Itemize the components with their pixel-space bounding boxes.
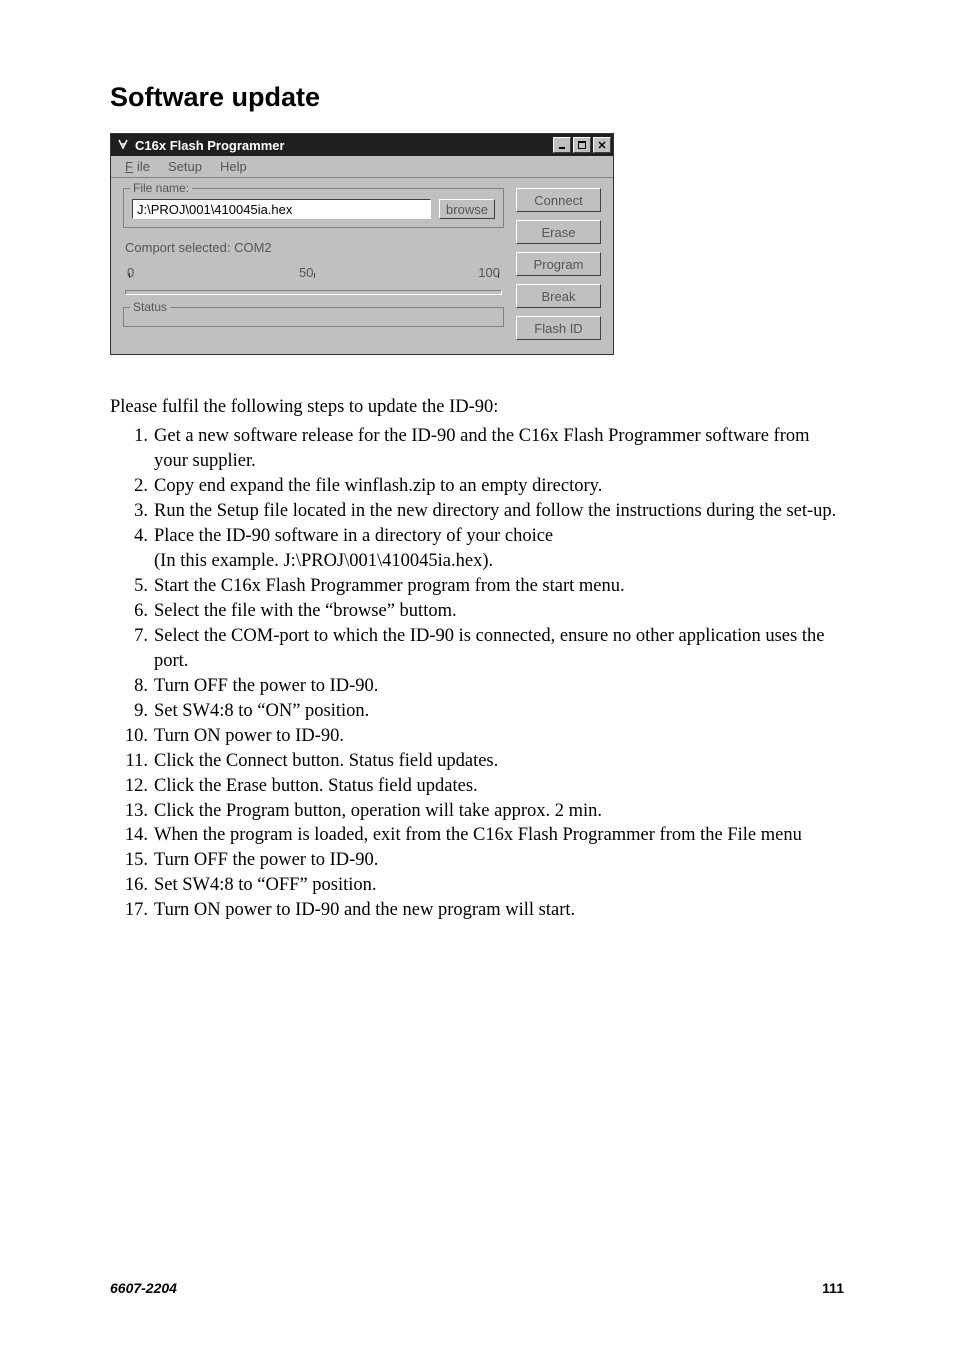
filename-label: File name: bbox=[130, 181, 192, 195]
step-number: 11. bbox=[110, 749, 148, 774]
menu-file[interactable]: File bbox=[117, 158, 154, 175]
step-item: 5.Start the C16x Flash Programmer progra… bbox=[110, 574, 844, 599]
filename-input[interactable]: J:\PROJ\001\410045ia.hex bbox=[132, 199, 431, 219]
step-item: 11.Click the Connect button. Status fiel… bbox=[110, 749, 844, 774]
step-number: 12. bbox=[110, 774, 148, 799]
step-number: 10. bbox=[110, 724, 148, 749]
step-text: Select the file with the “browse” buttom… bbox=[148, 599, 457, 624]
menu-help[interactable]: Help bbox=[216, 158, 251, 175]
step-text: Click the Connect button. Status field u… bbox=[148, 749, 498, 774]
step-text: Copy end expand the file winflash.zip to… bbox=[148, 474, 602, 499]
step-text: Turn OFF the power to ID-90. bbox=[148, 674, 378, 699]
break-button[interactable]: Break bbox=[516, 284, 601, 308]
step-number: 4. bbox=[110, 524, 148, 574]
doc-id: 6607-2204 bbox=[110, 1280, 177, 1296]
intro-text: Please fulfil the following steps to upd… bbox=[110, 395, 844, 420]
step-item: 7.Select the COM-port to which the ID-90… bbox=[110, 624, 844, 674]
step-item: 12.Click the Erase button. Status field … bbox=[110, 774, 844, 799]
step-number: 3. bbox=[110, 499, 148, 524]
step-number: 2. bbox=[110, 474, 148, 499]
step-number: 14. bbox=[110, 823, 148, 848]
maximize-button[interactable] bbox=[573, 137, 591, 153]
step-number: 7. bbox=[110, 624, 148, 674]
step-item: 13.Click the Program button, operation w… bbox=[110, 799, 844, 824]
step-item: 9.Set SW4:8 to “ON” position. bbox=[110, 699, 844, 724]
step-item: 17.Turn ON power to ID-90 and the new pr… bbox=[110, 898, 844, 923]
slider-mid: 50 bbox=[299, 265, 313, 280]
step-number: 1. bbox=[110, 424, 148, 474]
step-item: 15.Turn OFF the power to ID-90. bbox=[110, 848, 844, 873]
step-text: Start the C16x Flash Programmer program … bbox=[148, 574, 625, 599]
menu-setup[interactable]: Setup bbox=[164, 158, 206, 175]
app-icon bbox=[115, 137, 131, 153]
step-item: 8.Turn OFF the power to ID-90. bbox=[110, 674, 844, 699]
body-text: Please fulfil the following steps to upd… bbox=[110, 395, 844, 923]
menu-bar: File Setup Help bbox=[111, 156, 613, 178]
page-number: 111 bbox=[822, 1280, 844, 1296]
step-text: Click the Erase button. Status field upd… bbox=[148, 774, 478, 799]
titlebar: C16x Flash Programmer bbox=[111, 134, 613, 156]
step-text: Set SW4:8 to “ON” position. bbox=[148, 699, 369, 724]
step-item: 10.Turn ON power to ID-90. bbox=[110, 724, 844, 749]
step-item: 1.Get a new software release for the ID-… bbox=[110, 424, 844, 474]
page-heading: Software update bbox=[110, 82, 844, 113]
step-text: Select the COM-port to which the ID-90 i… bbox=[148, 624, 844, 674]
step-number: 9. bbox=[110, 699, 148, 724]
comport-label: Comport selected: COM2 bbox=[125, 240, 502, 255]
erase-button[interactable]: Erase bbox=[516, 220, 601, 244]
step-text: When the program is loaded, exit from th… bbox=[148, 823, 802, 848]
status-group: Status bbox=[123, 307, 504, 327]
step-number: 13. bbox=[110, 799, 148, 824]
step-number: 8. bbox=[110, 674, 148, 699]
step-number: 17. bbox=[110, 898, 148, 923]
step-text: Turn OFF the power to ID-90. bbox=[148, 848, 378, 873]
browse-button[interactable]: browse bbox=[439, 199, 495, 219]
connect-button[interactable]: Connect bbox=[516, 188, 601, 212]
filename-group: File name: J:\PROJ\001\410045ia.hex brow… bbox=[123, 188, 504, 228]
step-number: 15. bbox=[110, 848, 148, 873]
step-text: Click the Program button, operation will… bbox=[148, 799, 602, 824]
step-text: Place the ID-90 software in a directory … bbox=[148, 524, 553, 574]
minimize-button[interactable] bbox=[553, 137, 571, 153]
status-label: Status bbox=[130, 300, 170, 314]
close-button[interactable] bbox=[593, 137, 611, 153]
step-text: Turn ON power to ID-90 and the new progr… bbox=[148, 898, 575, 923]
step-number: 5. bbox=[110, 574, 148, 599]
step-number: 6. bbox=[110, 599, 148, 624]
slider-max: 100 bbox=[478, 265, 500, 280]
step-item: 4.Place the ID-90 software in a director… bbox=[110, 524, 844, 574]
step-item: 16.Set SW4:8 to “OFF” position. bbox=[110, 873, 844, 898]
page-footer: 6607-2204 111 bbox=[110, 1280, 844, 1296]
window-title: C16x Flash Programmer bbox=[135, 138, 553, 153]
programmer-window: C16x Flash Programmer File Setup Help Fi… bbox=[110, 133, 614, 355]
step-item: 3.Run the Setup file located in the new … bbox=[110, 499, 844, 524]
step-text: Get a new software release for the ID-90… bbox=[148, 424, 844, 474]
step-text: Set SW4:8 to “OFF” position. bbox=[148, 873, 377, 898]
step-item: 14.When the program is loaded, exit from… bbox=[110, 823, 844, 848]
step-item: 6.Select the file with the “browse” butt… bbox=[110, 599, 844, 624]
step-text: Turn ON power to ID-90. bbox=[148, 724, 344, 749]
flashid-button[interactable]: Flash ID bbox=[516, 316, 601, 340]
step-item: 2.Copy end expand the file winflash.zip … bbox=[110, 474, 844, 499]
program-button[interactable]: Program bbox=[516, 252, 601, 276]
steps-list: 1.Get a new software release for the ID-… bbox=[110, 424, 844, 923]
step-text: Run the Setup file located in the new di… bbox=[148, 499, 836, 524]
step-number: 16. bbox=[110, 873, 148, 898]
progress-slider: 0 50 100 bbox=[125, 265, 502, 295]
